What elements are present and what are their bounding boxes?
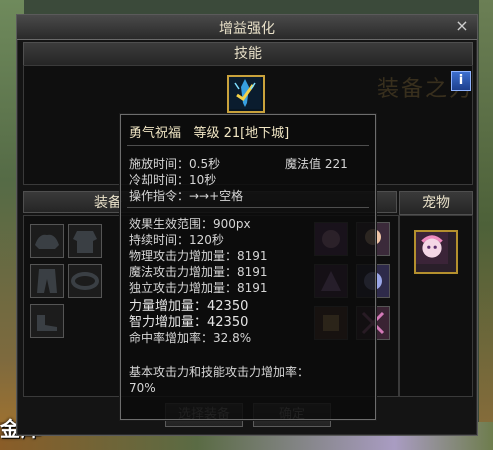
tooltip-cast-time: 施放时间：0.5秒	[129, 157, 221, 171]
tooltip-hit-rate: 命中率增加率：32.8%	[129, 331, 252, 345]
title-bar[interactable]: 增益强化 ×	[17, 15, 477, 40]
info-icon[interactable]: i	[451, 71, 471, 91]
tooltip-title: 勇气祝福 等级 21[地下城]	[129, 122, 289, 141]
skill-tooltip: 勇气祝福 等级 21[地下城] 施放时间：0.5秒 魔法值 221 冷却时间：1…	[120, 114, 376, 420]
tooltip-divider	[127, 145, 369, 146]
tooltip-mp-cost: 魔法值 221	[285, 157, 348, 171]
tooltip-level: 等级 21[地下城]	[193, 126, 290, 141]
tooltip-magic-atk: 魔法攻击力增加量：8191	[129, 265, 268, 279]
sword-buff-icon	[229, 77, 261, 109]
pet-section	[399, 215, 473, 397]
equip-slot-pants[interactable]	[30, 264, 64, 298]
tooltip-range: 效果生效范围：900px	[129, 217, 251, 231]
equip-slot-top[interactable]	[68, 224, 102, 258]
window-title: 增益强化	[219, 21, 275, 37]
equip-slot-shoes[interactable]	[30, 304, 64, 338]
tooltip-skill-name: 勇气祝福	[129, 126, 182, 141]
tooltip-indep-atk: 独立攻击力增加量：8191	[129, 281, 268, 295]
close-button[interactable]: ×	[453, 17, 471, 35]
tooltip-duration: 持续时间：120秒	[129, 233, 224, 247]
pet-slot[interactable]	[414, 230, 458, 274]
tooltip-base-atk: 基本攻击力和技能攻击力增加率：	[129, 365, 310, 379]
equip-slot-shoulder[interactable]	[30, 224, 64, 258]
pet-portrait-icon	[416, 232, 448, 264]
tooltip-command: 操作指令：→→+空格	[129, 189, 244, 203]
belt-icon	[71, 272, 99, 290]
skill-icon-courage-blessing[interactable]	[227, 75, 265, 113]
pants-icon	[37, 269, 57, 293]
tooltip-phys-atk: 物理攻击力增加量：8191	[129, 249, 268, 263]
tooltip-divider	[127, 207, 369, 208]
shoes-icon	[37, 315, 57, 331]
game-background-right	[479, 0, 493, 450]
tooltip-int: 智力增加量：42350	[129, 315, 249, 330]
equip-slot-belt[interactable]	[68, 264, 102, 298]
skill-section-header: 技能	[23, 42, 473, 66]
tooltip-cooldown: 冷却时间：10秒	[129, 173, 217, 187]
tooltip-base-atk-value: 70%	[129, 381, 156, 395]
shoulder-armor-icon	[35, 234, 59, 249]
coat-icon	[73, 231, 97, 253]
pet-section-header: 宠物	[399, 191, 473, 215]
